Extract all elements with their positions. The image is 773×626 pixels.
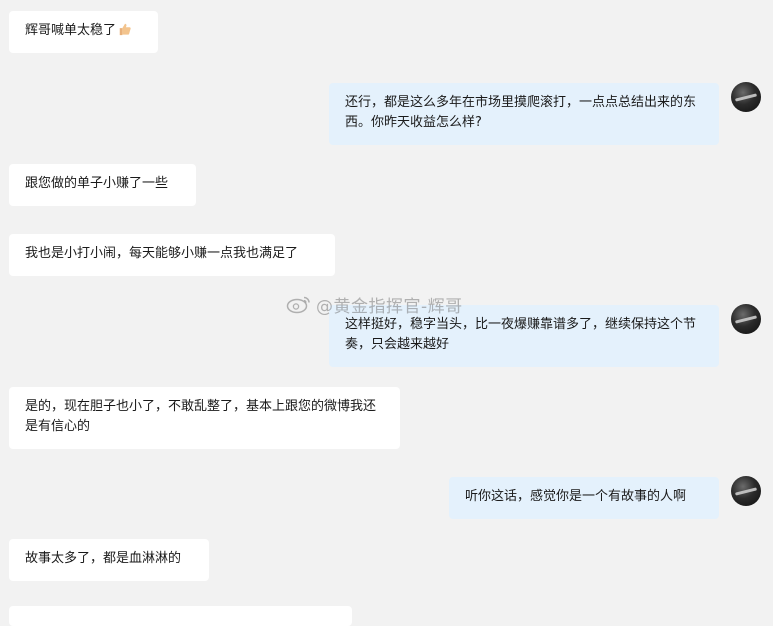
message-text: 这样挺好，稳字当头，比一夜爆赚靠谱多了，继续保持这个节奏，只会越来越好	[345, 317, 697, 352]
message-text: 还行，都是这么多年在市场里摸爬滚打，一点点总结出来的东西。你昨天收益怎么样?	[345, 95, 697, 130]
chat-message-left: 是的，现在胆子也小了，不敢乱整了，基本上跟您的微博我还是有信心的	[9, 387, 400, 449]
chat-message-right: 这样挺好，稳字当头，比一夜爆赚靠谱多了，继续保持这个节奏，只会越来越好	[329, 305, 719, 367]
chat-message-left-partial	[9, 606, 352, 626]
chat-message-left: 我也是小打小闹，每天能够小赚一点我也满足了	[9, 234, 335, 276]
weibo-icon	[286, 296, 310, 314]
chat-message-left: 辉哥喊单太稳了	[9, 11, 158, 53]
chat-message-left: 跟您做的单子小赚了一些	[9, 164, 196, 206]
message-text: 跟您做的单子小赚了一些	[25, 176, 169, 191]
chat-message-right: 还行，都是这么多年在市场里摸爬滚打，一点点总结出来的东西。你昨天收益怎么样?	[329, 83, 719, 145]
message-text: 辉哥喊单太稳了	[25, 23, 117, 38]
message-text: 听你这话，感觉你是一个有故事的人啊	[465, 489, 687, 504]
avatar[interactable]	[731, 82, 761, 112]
avatar[interactable]	[731, 476, 761, 506]
message-text: 故事太多了，都是血淋淋的	[25, 551, 182, 566]
chat-message-right: 听你这话，感觉你是一个有故事的人啊	[449, 477, 719, 519]
chat-message-left: 故事太多了，都是血淋淋的	[9, 539, 209, 581]
message-text: 我也是小打小闹，每天能够小赚一点我也满足了	[25, 246, 299, 261]
message-text: 是的，现在胆子也小了，不敢乱整了，基本上跟您的微博我还是有信心的	[25, 399, 377, 434]
avatar[interactable]	[731, 304, 761, 334]
thumbs-up-icon	[119, 23, 131, 36]
